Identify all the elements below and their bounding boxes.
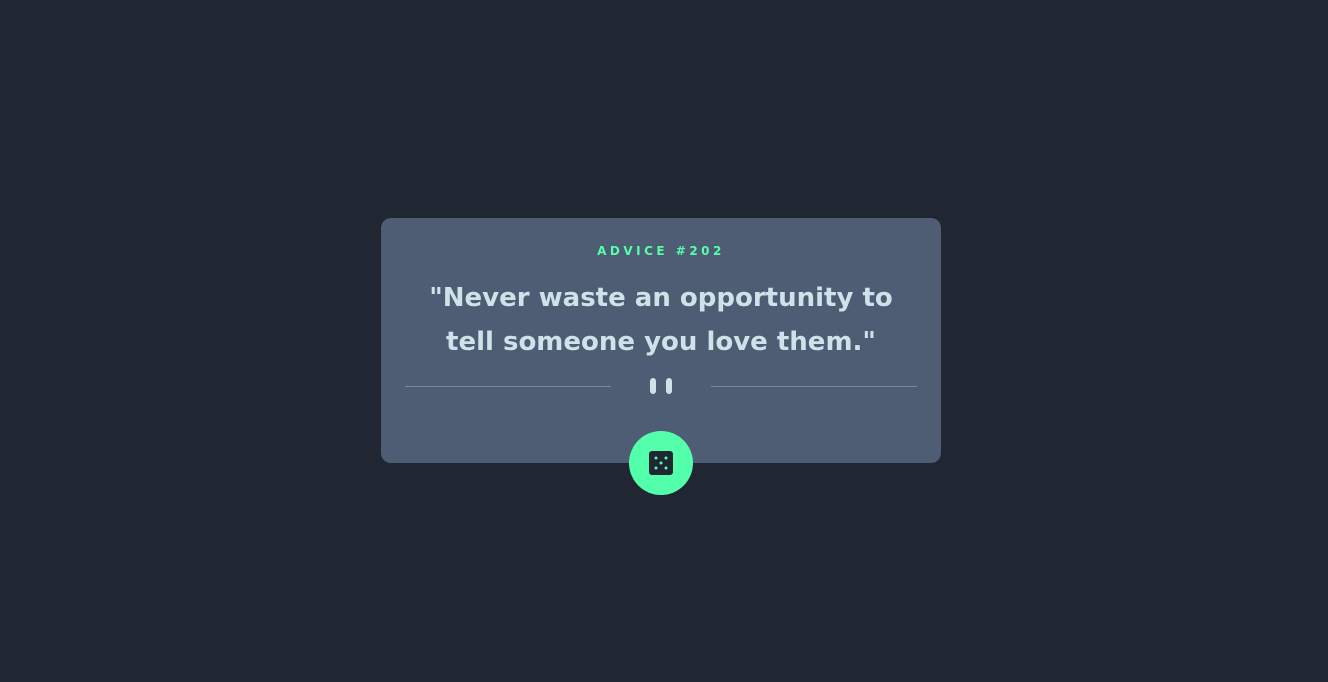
new-advice-button[interactable] — [629, 431, 693, 495]
divider-line-left — [405, 386, 611, 387]
advice-id-label: ADVICE #202 — [597, 244, 725, 258]
pause-icon — [650, 378, 672, 394]
divider-line-right — [711, 386, 917, 387]
advice-quote: "Never waste an opportunity to tell some… — [429, 283, 893, 357]
advice-card: ADVICE #202 "Never waste an opportunity … — [381, 218, 941, 463]
divider — [405, 378, 917, 394]
dice-icon — [649, 451, 673, 475]
